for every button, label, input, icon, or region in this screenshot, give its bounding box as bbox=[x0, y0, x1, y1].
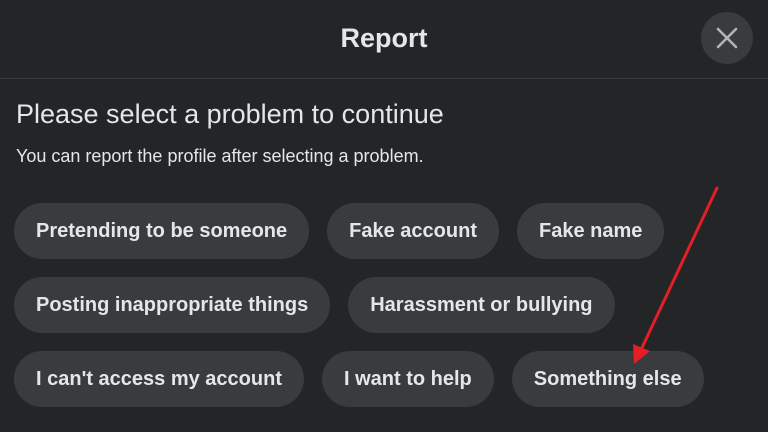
option-harassment-or-bullying[interactable]: Harassment or bullying bbox=[348, 277, 615, 333]
close-icon bbox=[716, 27, 738, 49]
option-something-else[interactable]: Something else bbox=[511, 351, 704, 407]
option-want-to-help[interactable]: I want to help bbox=[322, 351, 494, 407]
problem-options: Pretending to be someone Fake account Fa… bbox=[14, 203, 744, 425]
option-fake-account[interactable]: Fake account bbox=[327, 203, 499, 259]
dialog-header: Report bbox=[0, 0, 768, 79]
options-row: I can't access my account I want to help… bbox=[14, 351, 744, 407]
problem-subheading: You can report the profile after selecti… bbox=[16, 146, 424, 166]
options-row: Pretending to be someone Fake account Fa… bbox=[14, 203, 744, 259]
options-row: Posting inappropriate things Harassment … bbox=[14, 277, 744, 333]
problem-heading: Please select a problem to continue bbox=[16, 99, 444, 129]
option-fake-name[interactable]: Fake name bbox=[516, 203, 665, 259]
option-pretending-to-be-someone[interactable]: Pretending to be someone bbox=[14, 203, 310, 259]
report-dialog: Report Please select a problem to contin… bbox=[0, 0, 768, 432]
option-cant-access-account[interactable]: I can't access my account bbox=[14, 351, 304, 407]
option-posting-inappropriate-things[interactable]: Posting inappropriate things bbox=[14, 277, 331, 333]
dialog-title: Report bbox=[340, 23, 428, 53]
close-button[interactable] bbox=[701, 12, 753, 64]
